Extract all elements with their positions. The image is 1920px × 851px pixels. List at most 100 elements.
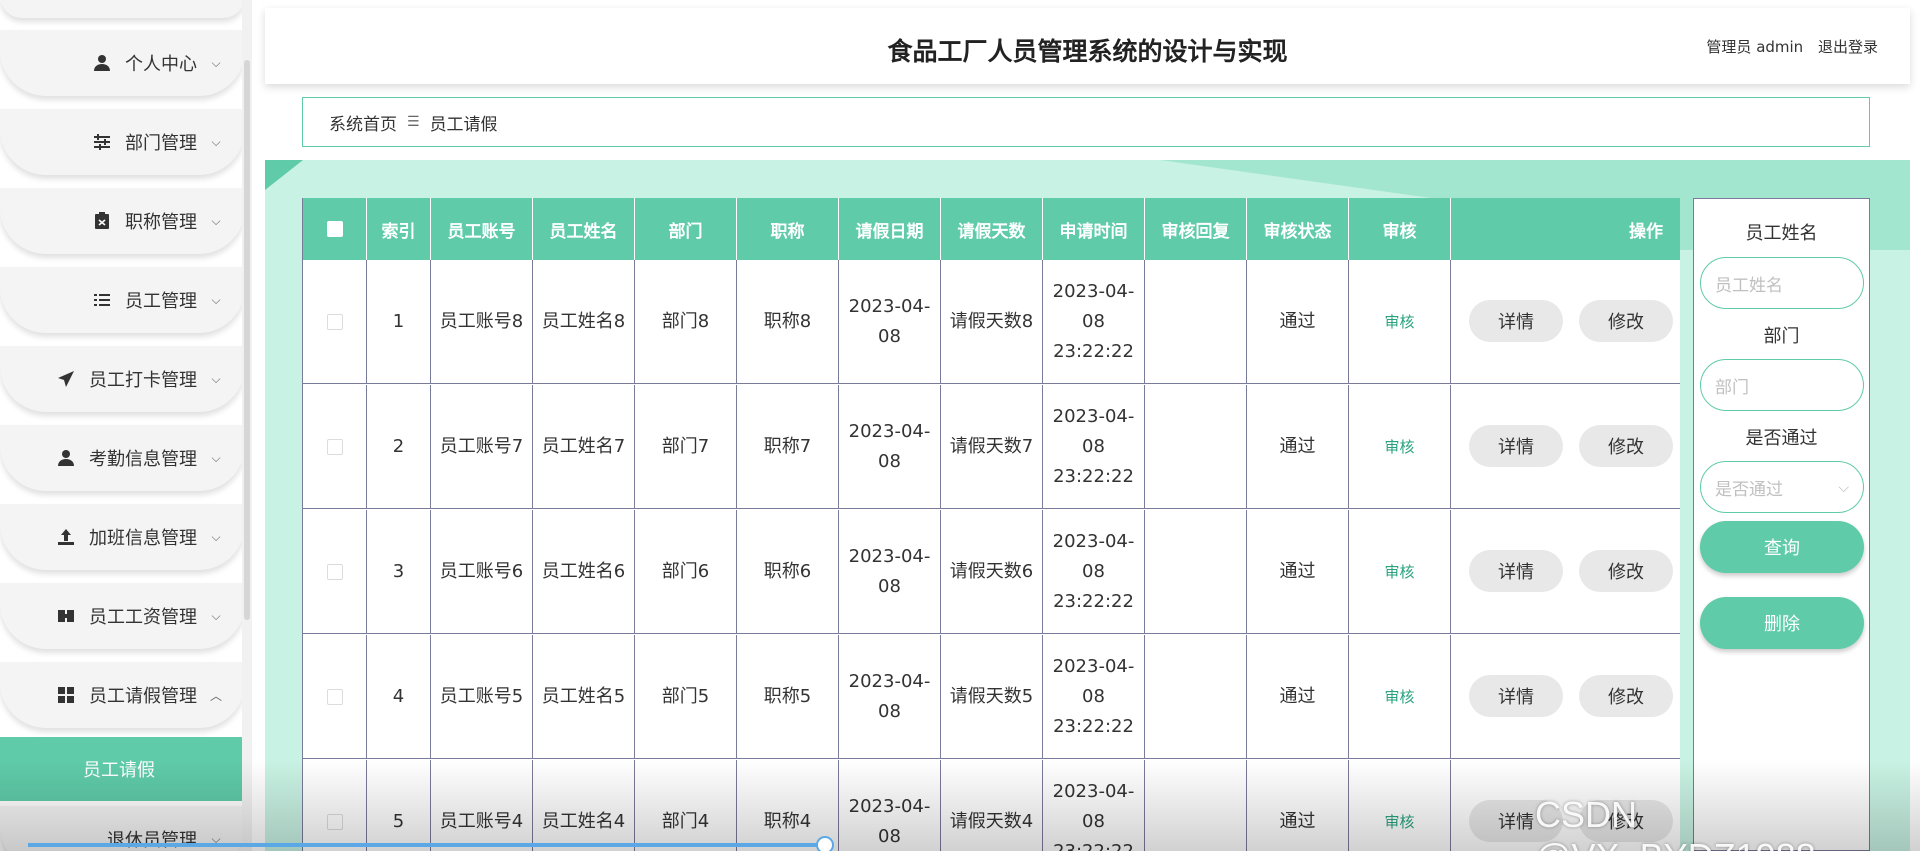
user-icon [93,54,111,72]
cell-title: 职称5 [737,635,839,759]
cell-account: 员工账号4 [431,760,533,851]
chevron-down-icon: ⌵ [1838,480,1849,496]
cell-apply-time: 2023-04-08 23:22:22 [1043,510,1145,634]
chevron-down-icon: ⌵ [211,608,221,623]
row-checkbox[interactable] [326,439,343,455]
cell-apply-time: 2023-04-08 23:22:22 [1043,385,1145,509]
header-select-all [303,198,367,260]
sidebar-item-dept-management[interactable]: 部门管理 ⌵ [0,109,245,175]
cell-review[interactable]: 审核 [1349,510,1451,634]
header-days: 请假天数 [941,198,1043,260]
cell-review[interactable]: 审核 [1349,260,1451,384]
detail-button[interactable]: 详情 [1469,550,1563,592]
table-row: 4 员工账号5 员工姓名5 部门5 职称5 2023-04-08 请假天数5 2023-04-… [303,635,1680,759]
video-progress-handle[interactable] [816,836,834,851]
query-button[interactable]: 查询 [1700,521,1864,573]
cell-review[interactable]: 审核 [1349,760,1451,851]
watermark: CSDN @VX_BYDZ1988 [1535,794,1816,851]
cell-index: 5 [367,760,431,851]
edit-button[interactable]: 修改 [1579,550,1673,592]
sidebar-item-leave-management[interactable]: 员工请假管理 ︿ [0,662,245,728]
chevron-down-icon: ⌵ [211,55,221,70]
dept-input[interactable]: 部门 [1700,359,1864,411]
header-dept: 部门 [635,198,737,260]
employee-name-label: 员工姓名 [1745,223,1818,244]
delete-button[interactable]: 删除 [1700,597,1864,649]
cell-status: 通过 [1247,510,1349,634]
cell-review[interactable]: 审核 [1349,385,1451,509]
edit-button[interactable]: 修改 [1579,425,1673,467]
breadcrumb-home[interactable]: 系统首页 [329,110,397,135]
chevron-down-icon: ⌵ [211,450,221,465]
send-icon [57,370,75,388]
cell-dept: 部门7 [635,385,737,509]
cell-index: 1 [367,260,431,384]
cell-status: 通过 [1247,635,1349,759]
row-checkbox-cell [303,760,367,851]
cell-date: 2023-04-08 [839,260,941,384]
cell-title: 职称8 [737,260,839,384]
cell-name: 员工姓名6 [533,510,635,634]
sidebar-scrollbar[interactable] [242,0,252,851]
header-name: 员工姓名 [533,198,635,260]
cell-dept: 部门4 [635,760,737,851]
sliders-icon [93,133,111,151]
list-icon [93,291,111,309]
cell-name: 员工姓名4 [533,760,635,851]
sidebar-item-label: 员工打卡管理 [89,370,197,391]
edit-button[interactable]: 修改 [1579,675,1673,717]
cell-review[interactable]: 审核 [1349,635,1451,759]
cell-dept: 部门5 [635,635,737,759]
row-checkbox[interactable] [326,564,343,580]
sidebar-item-personal-center[interactable]: 个人中心 ⌵ [0,30,245,96]
cell-days: 请假天数6 [941,510,1043,634]
sidebar-item-salary-management[interactable]: 员工工资管理 ⌵ [0,583,245,649]
cell-date: 2023-04-08 [839,510,941,634]
video-progress-bar[interactable] [28,843,828,847]
header-account: 员工账号 [431,198,533,260]
cell-apply-time: 2023-04-08 23:22:22 [1043,635,1145,759]
pass-label: 是否通过 [1745,428,1818,449]
cell-status: 通过 [1247,385,1349,509]
sidebar-item-label: 考勤信息管理 [89,449,197,470]
leave-table: 索引 员工账号 员工姓名 部门 职称 请假日期 请假天数 申请时间 审核回复 审… [302,198,1680,851]
cell-name: 员工姓名8 [533,260,635,384]
ticket-icon [57,607,75,625]
admin-label: 管理员 admin [1706,38,1804,56]
chevron-down-icon: ⌵ [211,134,221,149]
detail-button[interactable]: 详情 [1469,300,1563,342]
header-date: 请假日期 [839,198,941,260]
sidebar-item-clockin-management[interactable]: 员工打卡管理 ⌵ [0,346,245,412]
edit-button[interactable]: 修改 [1579,300,1673,342]
logout-link[interactable]: 退出登录 [1818,38,1878,56]
user-area: 管理员 admin 退出登录 [1706,36,1878,57]
sidebar-item-overtime-management[interactable]: 加班信息管理 ⌵ [0,504,245,570]
chevron-down-icon: ⌵ [211,371,221,386]
scrollbar-thumb[interactable] [244,60,250,620]
select-all-checkbox[interactable] [326,221,343,237]
sidebar-subitem-employee-leave[interactable]: 员工请假 [0,737,252,801]
sidebar-item-label: 部门管理 [125,133,197,154]
cell-days: 请假天数5 [941,635,1043,759]
cell-account: 员工账号5 [431,635,533,759]
detail-button[interactable]: 详情 [1469,675,1563,717]
row-checkbox-cell [303,260,367,384]
row-checkbox[interactable] [326,689,343,705]
row-checkbox[interactable] [326,814,343,830]
page-title: 食品工厂人员管理系统的设计与实现 [887,37,1288,66]
detail-button[interactable]: 详情 [1469,425,1563,467]
cell-date: 2023-04-08 [839,760,941,851]
cell-reply [1145,260,1247,384]
cell-dept: 部门6 [635,510,737,634]
pass-select[interactable]: 是否通过 ⌵ [1700,461,1864,513]
sidebar-item-employee-management[interactable]: 员工管理 ⌵ [0,267,245,333]
sidebar-item-attendance-management[interactable]: 考勤信息管理 ⌵ [0,425,245,491]
cell-index: 2 [367,385,431,509]
cell-reply [1145,760,1247,851]
employee-name-input[interactable]: 员工姓名 [1700,257,1864,309]
sidebar-item-label: 个人中心 [125,54,197,75]
cell-account: 员工账号8 [431,260,533,384]
cell-date: 2023-04-08 [839,635,941,759]
row-checkbox[interactable] [326,314,343,330]
sidebar-item-title-management[interactable]: 职称管理 ⌵ [0,188,245,254]
